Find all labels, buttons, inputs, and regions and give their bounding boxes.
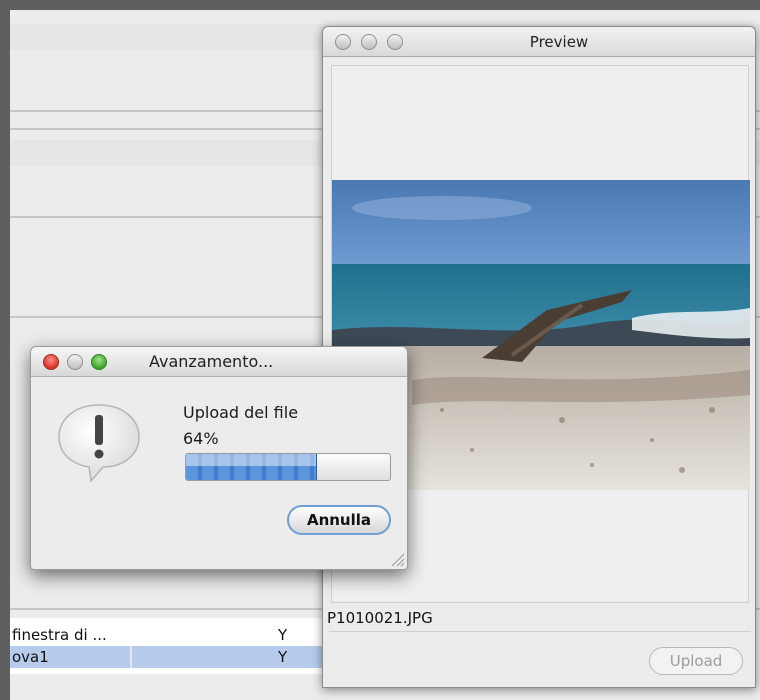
- cancel-button[interactable]: Annulla: [287, 505, 391, 535]
- close-dialog-button[interactable]: [43, 354, 59, 370]
- table-cell-flag: Y: [278, 626, 288, 644]
- preview-filename: P1010021.JPG: [327, 609, 433, 627]
- table-cell-name: finestra di ...: [12, 626, 107, 644]
- minimize-dialog-button[interactable]: [67, 354, 83, 370]
- table-row[interactable]: finestra di ... Y: [10, 624, 330, 646]
- upload-progress-bar: [185, 453, 391, 481]
- alert-icon: [58, 404, 140, 483]
- dialog-titlebar[interactable]: Avanzamento...: [31, 347, 407, 377]
- progress-percent: 64%: [183, 429, 219, 448]
- column-separator: [130, 646, 132, 668]
- table-cell-name: ova1: [12, 648, 49, 666]
- resize-grip-icon[interactable]: [389, 551, 405, 567]
- progress-dialog: Avanzamento... Upload del file 64% Annul…: [30, 346, 408, 570]
- table-cell-flag: Y: [278, 648, 288, 666]
- preview-divider: [329, 631, 751, 632]
- dialog-message: Upload del file: [183, 403, 299, 422]
- table-row-selected[interactable]: ova1 Y: [10, 646, 330, 668]
- progress-fill: [186, 454, 317, 480]
- preview-title: Preview: [529, 33, 589, 51]
- upload-button[interactable]: Upload: [649, 647, 743, 675]
- zoom-dialog-button[interactable]: [91, 354, 107, 370]
- dialog-title: Avanzamento...: [149, 352, 274, 371]
- files-table: finestra di ... Y ova1 Y: [10, 618, 330, 674]
- preview-titlebar[interactable]: Preview: [323, 27, 755, 57]
